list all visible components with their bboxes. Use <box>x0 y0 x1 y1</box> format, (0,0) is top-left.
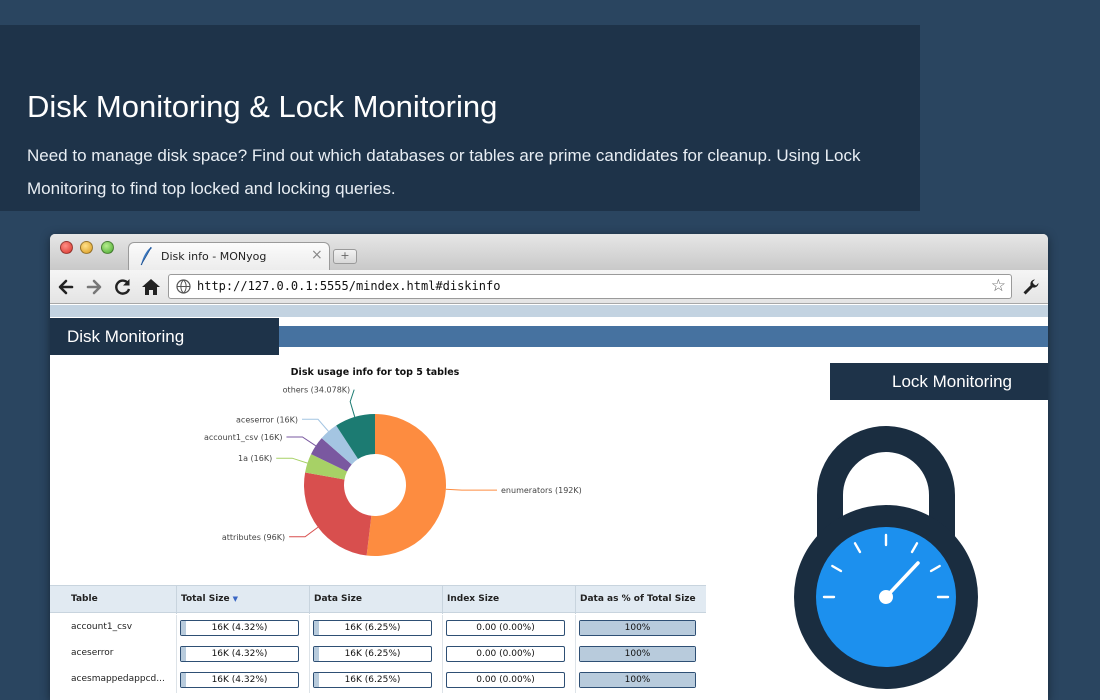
lock-monitoring-header: Lock Monitoring <box>830 363 1048 400</box>
label-leader-line <box>289 526 319 538</box>
label-leader-line <box>286 436 317 447</box>
disk-usage-chart: Disk usage info for top 5 tables enumera… <box>204 367 582 556</box>
globe-icon <box>176 279 191 294</box>
cell-table-name: aceserror <box>50 641 176 667</box>
star-icon[interactable]: ☆ <box>991 277 1006 296</box>
index-size-bar: 0.00 (0.00%) <box>446 620 565 636</box>
chart-title: Disk usage info for top 5 tables <box>291 367 460 378</box>
pie-slice[interactable] <box>366 414 447 556</box>
column-header-data-size[interactable]: Data Size <box>309 586 442 614</box>
column-header-index-size[interactable]: Index Size <box>442 586 575 614</box>
slice-label: account1_csv (16K) <box>204 433 282 442</box>
browser-toolbar: http://127.0.0.1:5555/mindex.html#diskin… <box>50 270 1048 304</box>
cell-data-percent: 100% <box>575 615 706 641</box>
cell-total-size: 16K (4.32%) <box>176 641 309 667</box>
table-row[interactable]: aceserror 16K (4.32%) 16K (6.25%) 0.00 (0.0… <box>50 641 706 667</box>
cell-data-size: 16K (6.25%) <box>309 641 442 667</box>
top-strip <box>50 305 1048 317</box>
wrench-icon[interactable] <box>1022 278 1040 296</box>
hero-title: Disk Monitoring & Lock Monitoring <box>27 89 498 124</box>
data-size-bar: 16K (6.25%) <box>313 646 432 662</box>
bar-value-text: 16K (4.32%) <box>211 649 268 659</box>
bar-value-text: 16K (6.25%) <box>344 623 401 633</box>
bar-value-text: 100% <box>624 649 651 659</box>
browser-tab[interactable]: Disk info - MONyog × <box>128 242 330 270</box>
table-header: Table Total Size ▼ Data Size Index Size D… <box>50 585 706 614</box>
bar-value-text: 16K (6.25%) <box>344 649 401 659</box>
hero-panel: Disk Monitoring & Lock Monitoring Need t… <box>0 25 920 211</box>
feather-icon <box>140 246 152 266</box>
bar-value-text: 100% <box>624 675 651 685</box>
table-name-text: aceserror <box>71 648 114 658</box>
cell-total-size: 16K (4.32%) <box>176 667 309 693</box>
pie-slice[interactable] <box>304 472 372 556</box>
bar-value-text: 16K (4.32%) <box>211 675 268 685</box>
reload-icon[interactable] <box>113 277 133 297</box>
table-row[interactable]: acesmappedappcd... 16K (4.32%) 16K (6.25%)… <box>50 667 706 693</box>
table-name-text: acesmappedappcd... <box>71 674 165 684</box>
slice-label: 1a (16K) <box>238 454 272 463</box>
column-header-label: Total Size <box>181 594 230 604</box>
data-percent-bar: 100% <box>579 620 696 636</box>
lock-icon <box>794 426 978 689</box>
bar-value-text: 100% <box>624 623 651 633</box>
total-size-bar: 16K (4.32%) <box>180 620 299 636</box>
browser-titlebar: Disk info - MONyog × + <box>50 234 1048 270</box>
cell-data-size: 16K (6.25%) <box>309 667 442 693</box>
cell-data-size: 16K (6.25%) <box>309 615 442 641</box>
home-icon[interactable] <box>141 277 161 297</box>
cell-table-name: account1_csv <box>50 615 176 641</box>
cell-data-percent: 100% <box>575 667 706 693</box>
browser-window: Disk info - MONyog × + http://127.0.0.1:… <box>50 234 1048 700</box>
label-leader-line <box>445 488 497 491</box>
bar-value-text: 16K (4.32%) <box>211 623 268 633</box>
new-tab-button[interactable]: + <box>333 249 357 264</box>
slice-label: aceserror (16K) <box>236 415 298 424</box>
cell-index-size: 0.00 (0.00%) <box>442 667 575 693</box>
total-size-bar: 16K (4.32%) <box>180 672 299 688</box>
index-size-bar: 0.00 (0.00%) <box>446 646 565 662</box>
hero-description: Need to manage disk space? Find out whic… <box>27 146 861 198</box>
zoom-window-button[interactable] <box>101 241 114 254</box>
data-size-bar: 16K (6.25%) <box>313 672 432 688</box>
table-row[interactable]: account1_csv 16K (4.32%) 16K (6.25%) 0.00 (… <box>50 615 706 641</box>
data-percent-bar: 100% <box>579 672 696 688</box>
slice-label: others (34.078K) <box>283 386 351 395</box>
total-size-bar: 16K (4.32%) <box>180 646 299 662</box>
cell-index-size: 0.00 (0.00%) <box>442 615 575 641</box>
back-arrow-icon[interactable] <box>56 277 76 297</box>
minimize-window-button[interactable] <box>80 241 93 254</box>
column-header-total-size[interactable]: Total Size ▼ <box>176 586 309 614</box>
column-header-data-percent[interactable]: Data as % of Total Size <box>575 586 706 614</box>
disk-monitoring-header: Disk Monitoring <box>50 318 279 355</box>
cell-total-size: 16K (4.32%) <box>176 615 309 641</box>
label-leader-line <box>276 457 308 464</box>
forward-arrow-icon[interactable] <box>84 277 104 297</box>
label-leader-line <box>349 389 356 418</box>
close-icon[interactable]: × <box>311 247 323 263</box>
table-name-text: account1_csv <box>71 622 133 632</box>
cell-data-percent: 100% <box>575 641 706 667</box>
tab-title: Disk info - MONyog <box>161 250 267 263</box>
address-bar[interactable]: http://127.0.0.1:5555/mindex.html#diskin… <box>168 274 1012 299</box>
sort-desc-icon: ▼ <box>232 595 239 603</box>
data-size-bar: 16K (6.25%) <box>313 620 432 636</box>
slice-label: enumerators (192K) <box>501 486 582 495</box>
page-content: Disk Monitoring Lock Monitoring Disk usa… <box>50 305 1048 700</box>
bar-value-text: 0.00 (0.00%) <box>476 675 535 685</box>
column-header-table[interactable]: Table <box>50 586 176 614</box>
label-leader-line <box>302 418 329 432</box>
bar-value-text: 16K (6.25%) <box>344 675 401 685</box>
bar-value-text: 0.00 (0.00%) <box>476 649 535 659</box>
cell-index-size: 0.00 (0.00%) <box>442 641 575 667</box>
index-size-bar: 0.00 (0.00%) <box>446 672 565 688</box>
data-percent-bar: 100% <box>579 646 696 662</box>
close-window-button[interactable] <box>60 241 73 254</box>
slice-label: attributes (96K) <box>222 533 285 542</box>
cell-table-name: acesmappedappcd... <box>50 667 176 693</box>
bar-value-text: 0.00 (0.00%) <box>476 623 535 633</box>
url-text: http://127.0.0.1:5555/mindex.html#diskin… <box>197 279 501 293</box>
